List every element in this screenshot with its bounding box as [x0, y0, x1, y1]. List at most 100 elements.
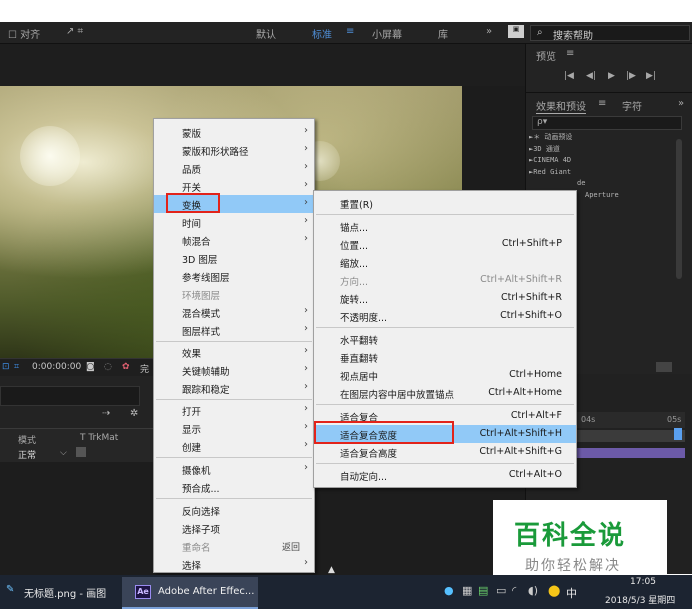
transparency-grid-icon[interactable]: ⌗ — [14, 362, 19, 372]
first-frame-icon[interactable]: |◀ — [564, 71, 574, 81]
current-timecode[interactable]: 0:00:00:00 — [32, 362, 81, 372]
last-frame-icon[interactable]: ▶| — [646, 71, 656, 81]
ime-indicator[interactable]: 中 — [566, 585, 577, 601]
mode-select[interactable]: 正常 — [18, 448, 36, 461]
effects-item[interactable]: de — [529, 178, 684, 190]
menu-item-frame-blending[interactable]: 帧混合 › — [154, 231, 314, 249]
comp-flowchart-icon[interactable]: ⇢ — [102, 408, 110, 419]
search-icon: ⌕ — [537, 27, 543, 38]
panel-overflow-icon[interactable]: » — [678, 98, 684, 109]
menu-separator — [316, 214, 574, 215]
menu-item-blending-mode[interactable]: 混合模式 › — [154, 303, 314, 321]
effects-search-input[interactable]: ρ▾ — [532, 116, 682, 130]
snap-icon[interactable]: ↗ ⌗ — [66, 26, 83, 37]
playhead-marker[interactable] — [674, 428, 682, 440]
time-ruler[interactable]: 04s 05s — [565, 412, 685, 428]
timeline-search-input[interactable] — [0, 386, 140, 406]
menu-separator — [316, 463, 574, 464]
effects-item[interactable]: ►＊ 动画预设 — [529, 132, 684, 144]
search-icon: ρ▾ — [537, 117, 548, 127]
trkmat-select[interactable] — [76, 447, 86, 457]
watermark-subtitle: 助你轻松解决 — [525, 558, 621, 574]
submenu-item-flip-horizontal[interactable]: 水平翻转 — [314, 330, 576, 348]
workspace-library[interactable]: 库 — [438, 26, 448, 41]
annotation-box — [314, 421, 454, 444]
menu-item-guide-layer[interactable]: 参考线图层 — [154, 267, 314, 285]
effects-item[interactable]: ►Red Giant — [529, 167, 684, 179]
workspace-menu-icon[interactable]: ≡ — [346, 26, 354, 37]
channel-icon[interactable]: ✿ — [122, 362, 130, 372]
menu-item-quality[interactable]: 品质 › — [154, 159, 314, 177]
clock-date[interactable]: 2018/5/3 星期四 — [605, 593, 675, 606]
menu-item-camera[interactable]: 摄像机 › — [154, 460, 314, 478]
watermark-title: 百科全说 — [514, 521, 627, 551]
align-checkbox[interactable]: ☐ 对齐 — [8, 26, 40, 41]
submenu-item-opacity[interactable]: 不透明度... Ctrl+Shift+O — [314, 307, 576, 325]
tab-character[interactable]: 字符 — [622, 98, 642, 113]
submenu-item-anchor-point[interactable]: 锚点... — [314, 217, 576, 235]
menu-item-keyframe-assistant[interactable]: 关键帧辅助 › — [154, 361, 314, 379]
clock-time[interactable]: 17:05 — [630, 577, 656, 587]
menu-item-open[interactable]: 打开 › — [154, 401, 314, 419]
taskbar-after-effects-label: Adobe After Effec... — [158, 586, 255, 597]
panel-divider — [526, 92, 692, 93]
menu-item-time[interactable]: 时间 › — [154, 213, 314, 231]
effects-item[interactable]: ►3D 通道 — [529, 144, 684, 156]
play-icon[interactable]: ▶ — [608, 71, 615, 81]
snapshot-icon[interactable]: ◙ — [86, 362, 95, 372]
overflow-icon[interactable]: » — [486, 26, 492, 37]
menu-item-invert-selection[interactable]: 反向选择 — [154, 501, 314, 519]
menu-item-create[interactable]: 创建 › — [154, 437, 314, 455]
menu-item-precompose[interactable]: 预合成... — [154, 478, 314, 496]
menu-item-track-stabilize[interactable]: 跟踪和稳定 › — [154, 379, 314, 397]
resolution-select[interactable]: 完 — [140, 362, 149, 375]
panel-toggle-icon[interactable]: ▣ — [508, 25, 524, 38]
submenu-item-center-in-view[interactable]: 视点居中 Ctrl+Home — [314, 366, 576, 384]
menu-item-environment-layer: 环境图层 — [182, 291, 221, 302]
submenu-item-orientation: 方向... Ctrl+Alt+Shift+R — [340, 274, 562, 288]
volume-icon[interactable]: ◖) — [528, 584, 538, 597]
effects-menu-icon[interactable]: ≡ — [598, 98, 606, 109]
scroll-up-icon[interactable]: ▲ — [328, 565, 335, 575]
menu-separator — [156, 498, 312, 499]
workspace-small-screen[interactable]: 小屏幕 — [372, 26, 402, 41]
preview-panel-title: 预览 — [536, 52, 556, 63]
tray-icon[interactable]: ▤ — [478, 584, 488, 597]
menu-item-mask[interactable]: 蒙版 › — [154, 123, 314, 141]
tray-icon[interactable]: ▦ — [462, 584, 472, 597]
submenu-item-flip-vertical[interactable]: 垂直翻转 — [314, 348, 576, 366]
tab-effects-presets[interactable]: 效果和预设 — [536, 98, 586, 114]
show-snapshot-icon[interactable]: ◌ — [104, 362, 112, 372]
menu-item-layer-styles[interactable]: 图层样式 › — [154, 321, 314, 339]
region-icon[interactable]: ⊡ — [2, 362, 10, 372]
network-icon[interactable]: ▭ — [496, 584, 506, 597]
prev-frame-icon[interactable]: ◀| — [586, 71, 596, 81]
workspace-default[interactable]: 默认 — [256, 26, 276, 41]
next-frame-icon[interactable]: |▶ — [626, 71, 636, 81]
menu-item-select[interactable]: 选择 › — [154, 555, 314, 573]
submenu-item-reset[interactable]: 重置(R) — [314, 194, 576, 212]
submenu-item-rotation[interactable]: 旋转... Ctrl+Shift+R — [314, 289, 576, 307]
submenu-item-scale[interactable]: 缩放... — [314, 253, 576, 271]
submenu-item-center-anchor[interactable]: 在图层内容中居中放置锚点 Ctrl+Alt+Home — [314, 384, 576, 402]
submenu-item-auto-orient[interactable]: 自动定向... Ctrl+Alt+O — [314, 466, 576, 484]
search-help-input[interactable]: ⌕ 搜索帮助 — [530, 25, 690, 42]
menu-item-select-children[interactable]: 选择子项 — [154, 519, 314, 537]
menu-item-3d-layer[interactable]: 3D 图层 — [154, 249, 314, 267]
resize-handle-icon[interactable] — [656, 362, 672, 372]
draft-3d-icon[interactable]: ✲ — [130, 408, 138, 419]
security-icon[interactable]: ⬤ — [548, 584, 560, 597]
effects-item[interactable]: ►CINEMA 4D — [529, 155, 684, 167]
menu-item-effect[interactable]: 效果 › — [154, 343, 314, 361]
effects-scrollbar[interactable] — [676, 139, 682, 279]
submenu-item-position[interactable]: 位置... Ctrl+Shift+P — [314, 235, 576, 253]
menu-item-mask-shape-path[interactable]: 蒙版和形状路径 › — [154, 141, 314, 159]
wifi-icon[interactable]: ◜ — [512, 584, 516, 597]
workspace-standard[interactable]: 标准 — [312, 26, 332, 41]
wechat-icon[interactable]: ● — [444, 584, 454, 597]
taskbar-paint-button[interactable]: 无标题.png - 画图 — [24, 585, 106, 600]
menu-item-reveal[interactable]: 显示 › — [154, 419, 314, 437]
chevron-down-icon: ⌵ — [60, 448, 67, 458]
preview-menu-icon[interactable]: ≡ — [566, 48, 574, 59]
submenu-item-fit-to-comp-height[interactable]: 适合复合高度 Ctrl+Alt+Shift+G — [314, 443, 576, 461]
